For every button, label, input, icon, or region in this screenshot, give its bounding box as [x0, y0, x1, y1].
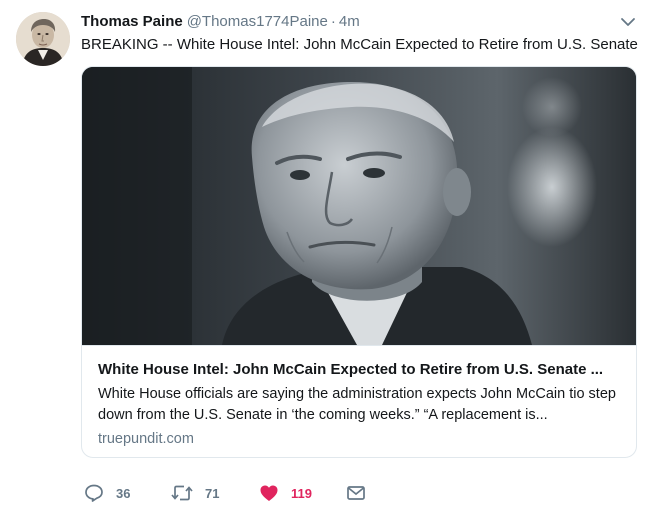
retweet-icon — [171, 485, 193, 501]
reply-icon — [85, 484, 103, 502]
link-card[interactable]: White House Intel: John McCain Expected … — [81, 66, 637, 458]
like-button[interactable]: 119 — [259, 482, 312, 504]
reply-button[interactable]: 36 — [84, 482, 130, 504]
reply-count: 36 — [116, 485, 131, 501]
card-description: White House officials are saying the adm… — [98, 386, 616, 423]
retweet-button[interactable]: 71 — [171, 482, 219, 504]
retweet-count: 71 — [205, 485, 220, 501]
tweet-text: BREAKING -- White House Intel: John McCa… — [81, 36, 638, 53]
envelope-icon — [347, 486, 365, 500]
like-count: 119 — [291, 485, 312, 501]
card-image[interactable] — [82, 67, 636, 345]
separator-dot: · — [330, 13, 336, 30]
tweet-timestamp[interactable]: 4m — [339, 13, 360, 30]
avatar[interactable] — [16, 12, 70, 66]
tweet-header: Thomas Paine @Thomas1774Paine · 4m — [81, 12, 360, 32]
user-handle[interactable]: @Thomas1774Paine — [187, 13, 328, 30]
card-domain: truepundit.com — [98, 431, 194, 447]
caret-down-icon[interactable] — [620, 14, 636, 30]
tweet: Thomas Paine @Thomas1774Paine · 4m BREAKING… — [0, 0, 653, 508]
card-body[interactable]: White House Intel: John McCain Expected … — [82, 345, 636, 447]
avatar-portrait — [16, 12, 70, 66]
heart-icon — [260, 485, 278, 501]
card-title[interactable]: White House Intel: John McCain Expected … — [98, 360, 624, 380]
user-name[interactable]: Thomas Paine — [81, 13, 183, 30]
direct-message-button[interactable] — [346, 482, 366, 504]
